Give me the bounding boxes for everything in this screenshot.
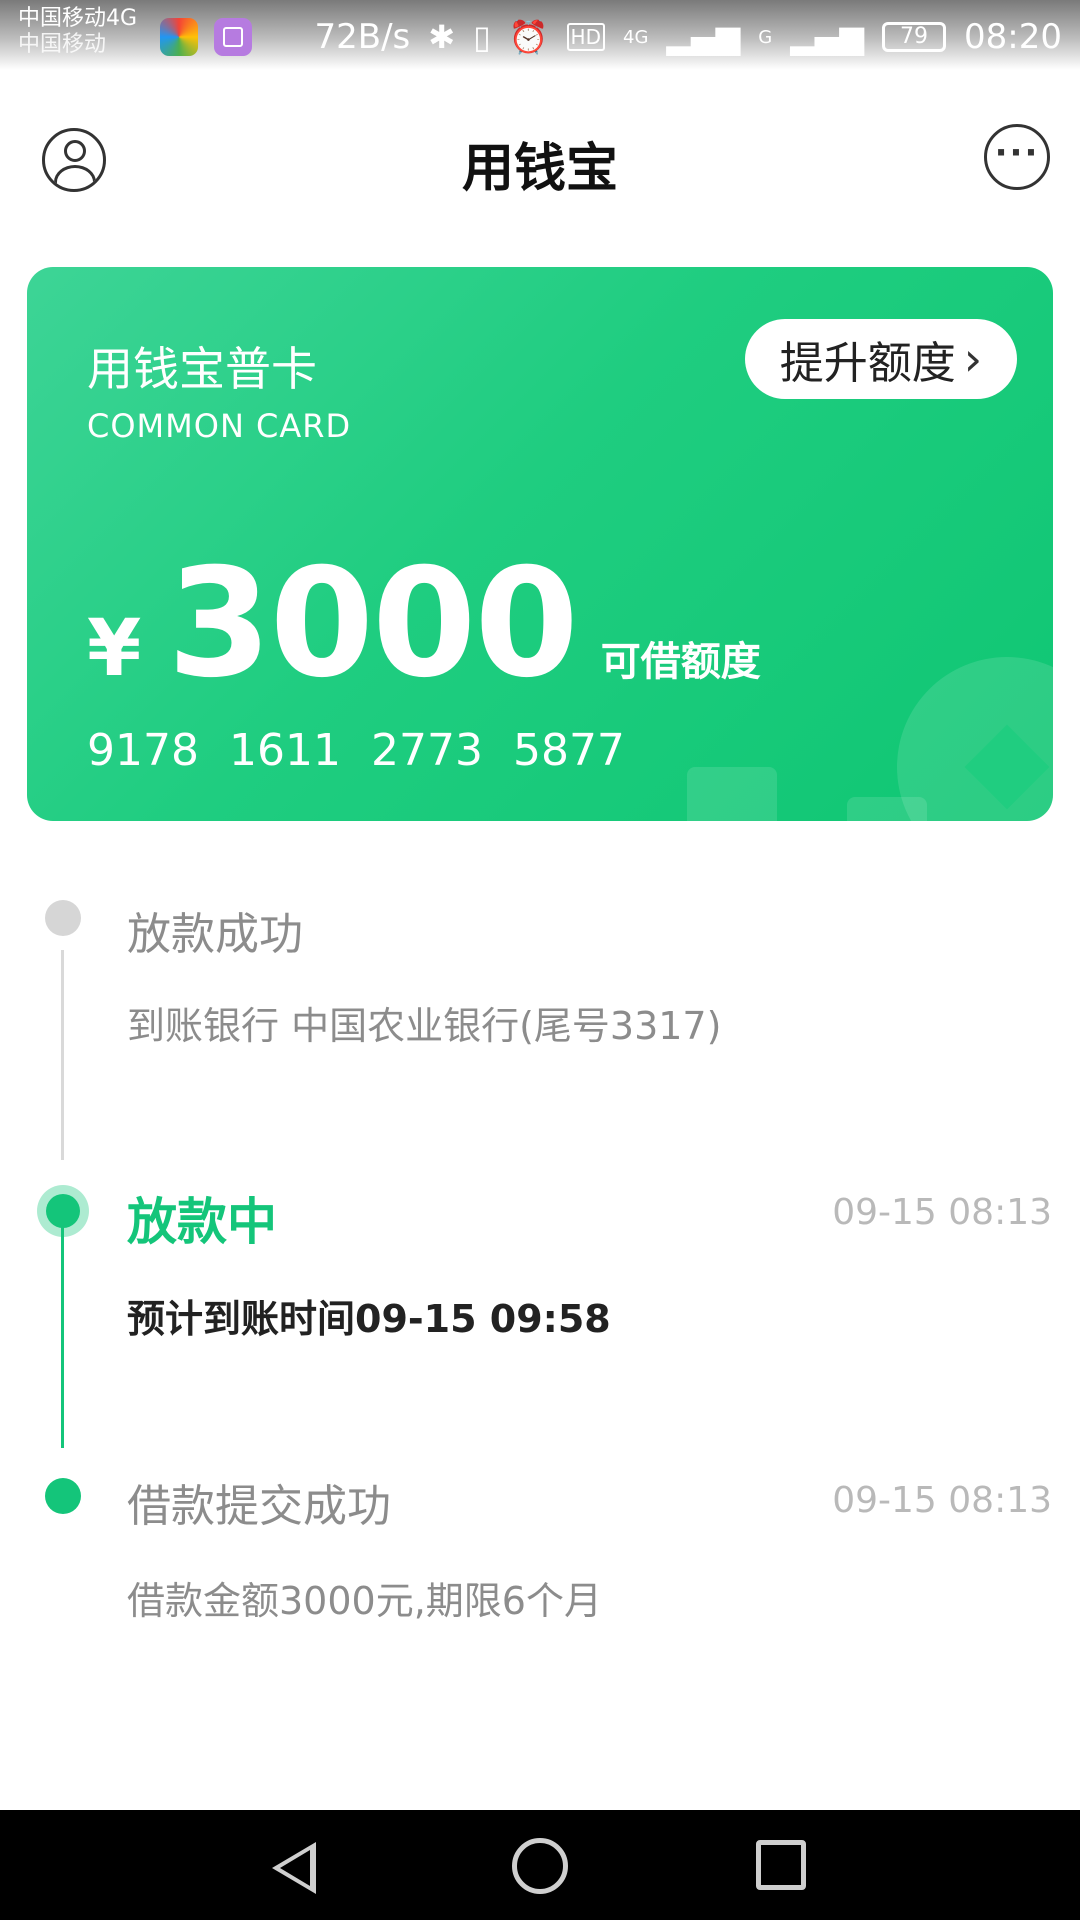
timeline-connector-active [61,1200,64,1448]
carrier-secondary: 中国移动 [18,32,107,57]
card-number-group: 5877 [512,725,625,776]
status-bar: 中国移动4G 中国移动 72B/s ✱ ▯ ⏰ HD 4G ▂▄▆ G ▂▄▆ … [0,0,1080,70]
card-subtitle: COMMON CARD [87,407,352,445]
step-detail: 到账银行 中国农业银行(尾号3317) [127,1004,722,1048]
step-title-active: 放款中 [127,1193,277,1251]
battery-icon: 79 [882,22,947,52]
raise-limit-label: 提升额度 [779,338,956,389]
page-title: 用钱宝 [461,139,618,199]
carrier-info: 中国移动4G 中国移动 [18,6,137,58]
step-title: 借款提交成功 [127,1481,391,1532]
step-dot-active [37,1185,89,1237]
card-number-group: 2773 [370,725,483,776]
card-number-group: 9178 [87,725,199,776]
signal-icon-2: ▂▄▆ [790,18,865,56]
raise-limit-button[interactable]: 提升额度 › [745,319,1017,399]
home-icon[interactable] [512,1838,568,1894]
network-4g-icon: 4G [623,26,649,48]
credit-amount: ¥ 3000 可借额度 [87,537,761,711]
app-header: 用钱宝 ··· [0,90,1080,230]
step-time: 09-15 08:13 [832,1192,1052,1233]
step-detail: 预计到账时间09-15 09:58 [127,1297,611,1341]
signal-icon: ▂▄▆ [666,18,741,56]
vibrate-icon: ▯ [473,18,491,56]
more-options-icon[interactable]: ··· [984,124,1050,190]
clock: 08:20 [964,17,1062,57]
gallery-notification-icon [214,18,252,56]
step-title: 放款成功 [127,909,303,960]
step-dot-done [45,1478,81,1514]
chevron-right-icon: › [963,332,983,386]
timeline-connector [61,950,64,1160]
bluetooth-icon: ✱ [428,18,456,56]
amount-value: 3000 [167,537,578,711]
carrier-primary: 中国移动4G [18,6,138,31]
net-speed: 72B/s [314,17,411,57]
system-nav-bar [0,1810,1080,1920]
alarm-icon: ⏰ [508,18,549,56]
card-name: 用钱宝普卡 [87,342,317,396]
step-detail: 借款金额3000元,期限6个月 [127,1579,602,1623]
recent-apps-icon[interactable] [756,1840,806,1890]
amount-label: 可借额度 [600,639,761,685]
credit-card: 用钱宝普卡 COMMON CARD 提升额度 › ¥ 3000 可借额度 917… [27,267,1053,821]
card-number: 9178 1611 2773 5877 [87,725,625,776]
step-time: 09-15 08:13 [832,1480,1052,1521]
network-g-icon: G [758,26,773,48]
card-number-group: 1611 [228,725,341,776]
step-dot-pending [45,900,81,936]
status-icons: 72B/s ✱ ▯ ⏰ HD 4G ▂▄▆ G ▂▄▆ 79 08:20 [315,12,1062,62]
app-notification-icon [160,18,198,56]
back-icon[interactable] [272,1842,316,1894]
currency-symbol: ¥ [87,604,142,694]
hd-icon: HD [566,23,605,51]
